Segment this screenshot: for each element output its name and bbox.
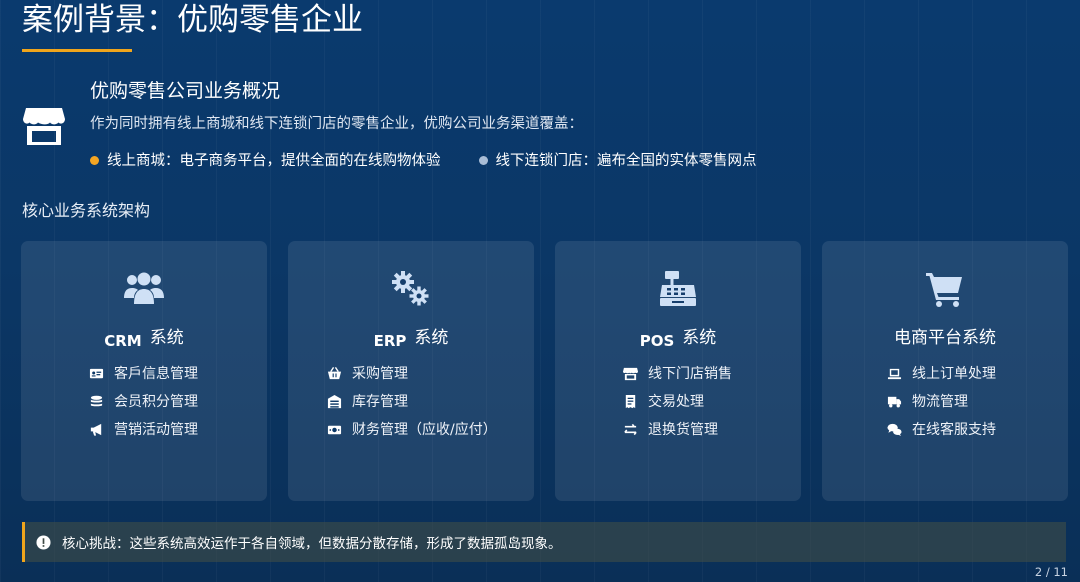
list-item-label: 物流管理 — [912, 394, 968, 410]
card-ecommerce-list: 线上订单处理 物流管理 在线客服支持 — [822, 359, 1080, 443]
list-item: 库存管理 — [327, 387, 573, 415]
money-icon — [327, 425, 342, 434]
card-pos-title-text: 系统 — [682, 328, 717, 348]
laptop-icon — [887, 368, 902, 379]
chat-icon — [887, 423, 902, 436]
bullet-dot-gray — [478, 156, 488, 165]
list-item-label: 在线客服支持 — [912, 422, 996, 438]
overview-heading: 优购零售公司业务概况 — [90, 80, 281, 102]
channel-offline-label: 线下连锁门店：遍布全国的实体零售网点 — [495, 152, 757, 169]
overview-description: 作为同时拥有线上商城和线下连锁门店的零售企业，优购公司业务渠道覆盖： — [90, 116, 583, 132]
card-erp-title: ERP 系统 — [288, 326, 534, 350]
list-item-label: 退换货管理 — [648, 422, 718, 438]
channel-offline: 线下连锁门店：遍布全国的实体零售网点 — [478, 149, 757, 170]
card-pos-abbr: POS — [639, 332, 675, 350]
card-ecommerce-title: 电商平台系统 — [822, 326, 1068, 350]
list-item-label: 采购管理 — [352, 366, 408, 382]
list-item: 在线客服支持 — [887, 415, 1080, 443]
card-ecommerce-title-text: 电商平台系统 — [894, 328, 996, 348]
card-erp-list: 采购管理 库存管理 财务管理（应收/应付） — [288, 359, 573, 443]
page-number: 2 / 11 — [1034, 565, 1068, 579]
list-item: 物流管理 — [887, 387, 1080, 415]
list-item-label: 库存管理 — [352, 394, 408, 410]
bullet-dot-orange — [90, 156, 99, 165]
list-item: 采购管理 — [327, 359, 573, 387]
card-pos-title: POS 系统 — [555, 326, 801, 350]
receipt-icon — [625, 394, 636, 408]
section-label: 核心业务系统架构 — [22, 201, 151, 220]
list-item: 财务管理（应收/应付） — [327, 415, 573, 443]
exclamation-icon — [36, 534, 51, 550]
coins-icon — [90, 395, 103, 406]
megaphone-icon — [90, 423, 102, 436]
card-ecommerce: 电商平台系统 线上订单处理 物流管理 在线客服支持 — [822, 241, 1068, 501]
card-crm-title-text: 系统 — [149, 328, 184, 348]
title-underline — [22, 49, 132, 52]
list-item-label: 客戶信息管理 — [114, 366, 198, 382]
card-erp-title-text: 系统 — [414, 328, 449, 348]
cogs-icon — [392, 271, 429, 306]
channel-online-label: 线上商城：电子商务平台，提供全面的在线购物体验 — [107, 152, 441, 169]
channel-online: 线上商城：电子商务平台，提供全面的在线购物体验 — [90, 149, 441, 170]
card-crm-abbr: CRM — [104, 332, 142, 350]
card-erp-abbr: ERP — [373, 332, 407, 350]
basket-icon — [327, 366, 342, 379]
shopping-cart-icon — [926, 273, 962, 307]
card-crm: CRM 系统 客戶信息管理 会员积分管理 营销活动管理 — [21, 241, 267, 501]
store-icon — [623, 367, 638, 380]
challenge-banner: 核心挑战：这些系统高效运作于各自领域，但数据分散存储，形成了数据孤岛现象。 — [22, 522, 1066, 562]
list-item-label: 线下门店销售 — [648, 366, 732, 382]
list-item-label: 交易处理 — [648, 394, 704, 410]
truck-icon — [887, 396, 902, 407]
users-icon — [124, 272, 164, 304]
id-card-icon — [89, 368, 104, 378]
list-item: 线上订单处理 — [887, 359, 1080, 387]
card-crm-title: CRM 系统 — [21, 326, 267, 350]
list-item-label: 会员积分管理 — [114, 394, 198, 410]
card-pos: POS 系统 线下门店销售 交易处理 退换货管理 — [555, 241, 801, 501]
list-item-label: 线上订单处理 — [912, 366, 996, 382]
list-item-label: 财务管理（应收/应付） — [352, 422, 497, 438]
exchange-icon — [624, 423, 637, 435]
challenge-text: 核心挑战：这些系统高效运作于各自领域，但数据分散存储，形成了数据孤岛现象。 — [62, 536, 562, 552]
channel-list: 线上商城：电子商务平台，提供全面的在线购物体验 线下连锁门店：遍布全国的实体零售… — [90, 148, 757, 170]
store-icon — [23, 108, 65, 145]
card-erp: ERP 系统 采购管理 库存管理 财务管理（应收/应付） — [288, 241, 534, 501]
list-item-label: 营销活动管理 — [114, 422, 198, 438]
cash-register-icon — [660, 271, 696, 306]
page-title: 案例背景：优购零售企业 — [22, 2, 363, 38]
warehouse-icon — [327, 394, 342, 408]
